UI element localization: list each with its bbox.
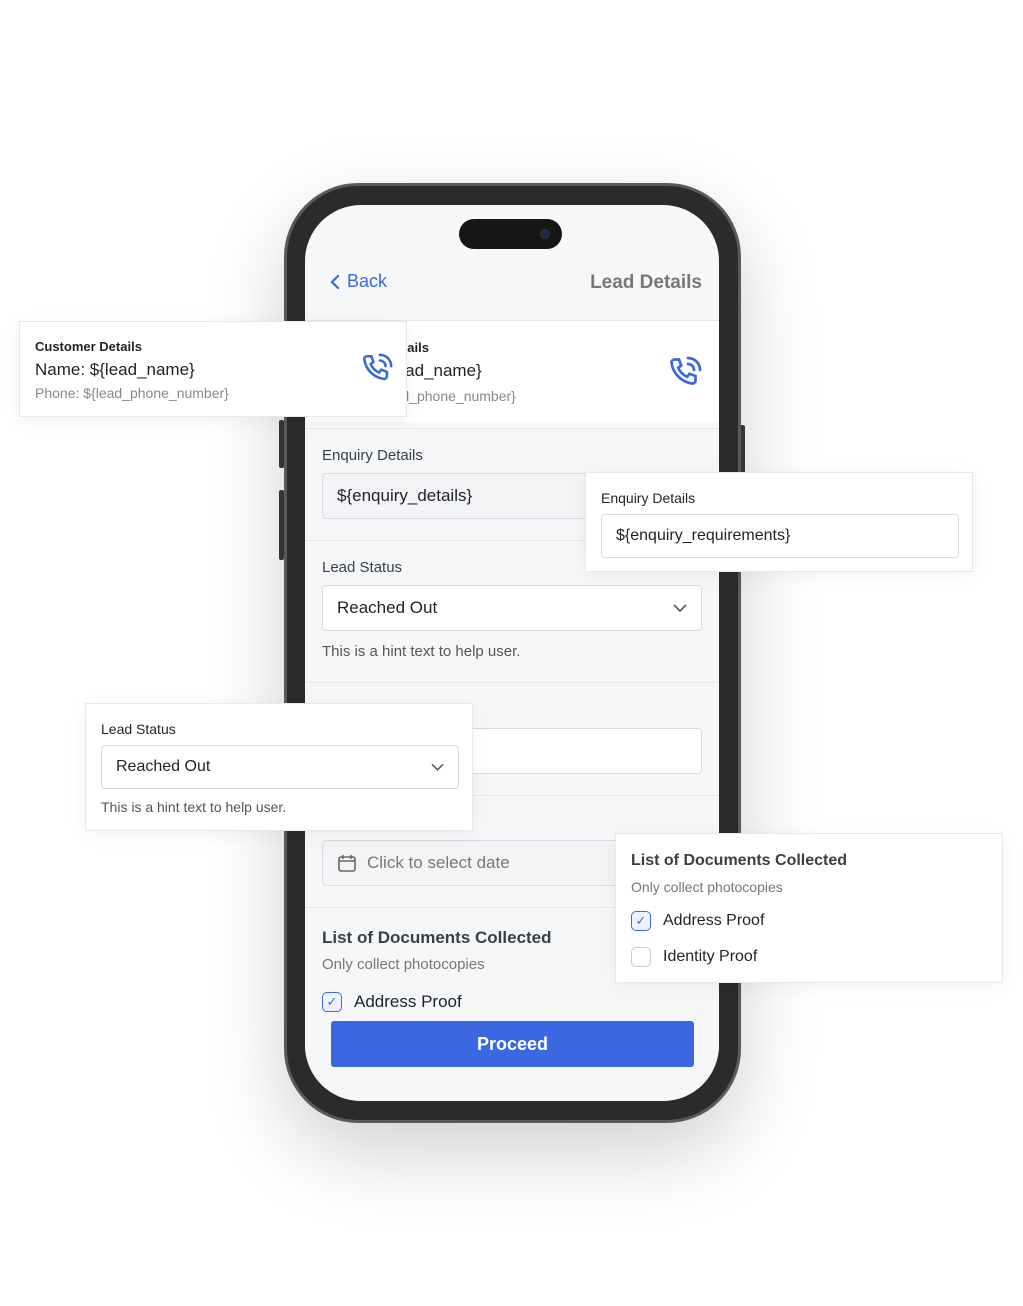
enquiry-requirements-input[interactable]: ${enquiry_requirements} bbox=[601, 514, 959, 558]
enquiry-label: Enquiry Details bbox=[322, 447, 423, 464]
proceed-button[interactable]: Proceed bbox=[331, 1021, 694, 1067]
back-label: Back bbox=[347, 271, 388, 291]
customer-details-card: Customer Details Name: ${lead_name} Phon… bbox=[19, 321, 407, 417]
documents-title: List of Documents Collected bbox=[322, 928, 552, 947]
chevron-down-icon bbox=[431, 763, 444, 771]
checkbox-checked-icon[interactable]: ✓ bbox=[322, 992, 342, 1012]
lead-status-card: Lead Status Reached Out This is a hint t… bbox=[85, 703, 473, 831]
customer-name: Name: ${lead_name} bbox=[35, 360, 195, 379]
calendar-icon bbox=[338, 855, 356, 872]
document-checkbox-identity[interactable]: Identity Proof bbox=[631, 947, 757, 967]
enquiry-details-card: Enquiry Details ${enquiry_requirements} bbox=[585, 472, 973, 572]
checkbox-unchecked-icon[interactable] bbox=[631, 947, 651, 967]
lead-status-hint: This is a hint text to help user. bbox=[101, 799, 287, 815]
chevron-down-icon bbox=[673, 604, 687, 612]
chevron-left-icon bbox=[330, 274, 340, 289]
enquiry-label: Enquiry Details bbox=[601, 490, 696, 506]
checkbox-checked-icon[interactable]: ✓ bbox=[631, 911, 651, 931]
documents-card: List of Documents Collected Only collect… bbox=[615, 833, 1003, 983]
camera-icon bbox=[540, 229, 550, 239]
lead-status-label: Lead Status bbox=[322, 559, 403, 576]
customer-heading: Customer Details bbox=[35, 339, 142, 354]
customer-phone: Phone: ${lead_phone_number} bbox=[35, 385, 229, 401]
lead-status-label: Lead Status bbox=[101, 721, 176, 737]
page-title: Lead Details bbox=[590, 272, 702, 293]
document-checkbox-address[interactable]: ✓ Address Proof bbox=[322, 992, 462, 1012]
phone-call-icon[interactable] bbox=[360, 352, 394, 386]
lead-status-hint: This is a hint text to help user. bbox=[322, 643, 521, 660]
checkbox-label: Identity Proof bbox=[663, 948, 758, 965]
document-checkbox-address[interactable]: ✓ Address Proof bbox=[631, 911, 764, 931]
checkbox-label: Address Proof bbox=[354, 992, 462, 1011]
phone-call-icon[interactable] bbox=[667, 355, 703, 391]
documents-subtitle: Only collect photocopies bbox=[631, 879, 783, 895]
lead-status-value: Reached Out bbox=[337, 598, 438, 617]
lead-status-select[interactable]: Reached Out bbox=[322, 585, 702, 631]
dynamic-island bbox=[459, 219, 562, 249]
checkbox-label: Address Proof bbox=[663, 912, 765, 929]
date-placeholder: Click to select date bbox=[367, 853, 510, 872]
documents-title: List of Documents Collected bbox=[631, 852, 848, 869]
lead-status-select[interactable]: Reached Out bbox=[101, 745, 459, 789]
documents-subtitle: Only collect photocopies bbox=[322, 956, 485, 973]
back-button[interactable]: Back bbox=[329, 271, 387, 292]
lead-status-value: Reached Out bbox=[116, 758, 211, 775]
